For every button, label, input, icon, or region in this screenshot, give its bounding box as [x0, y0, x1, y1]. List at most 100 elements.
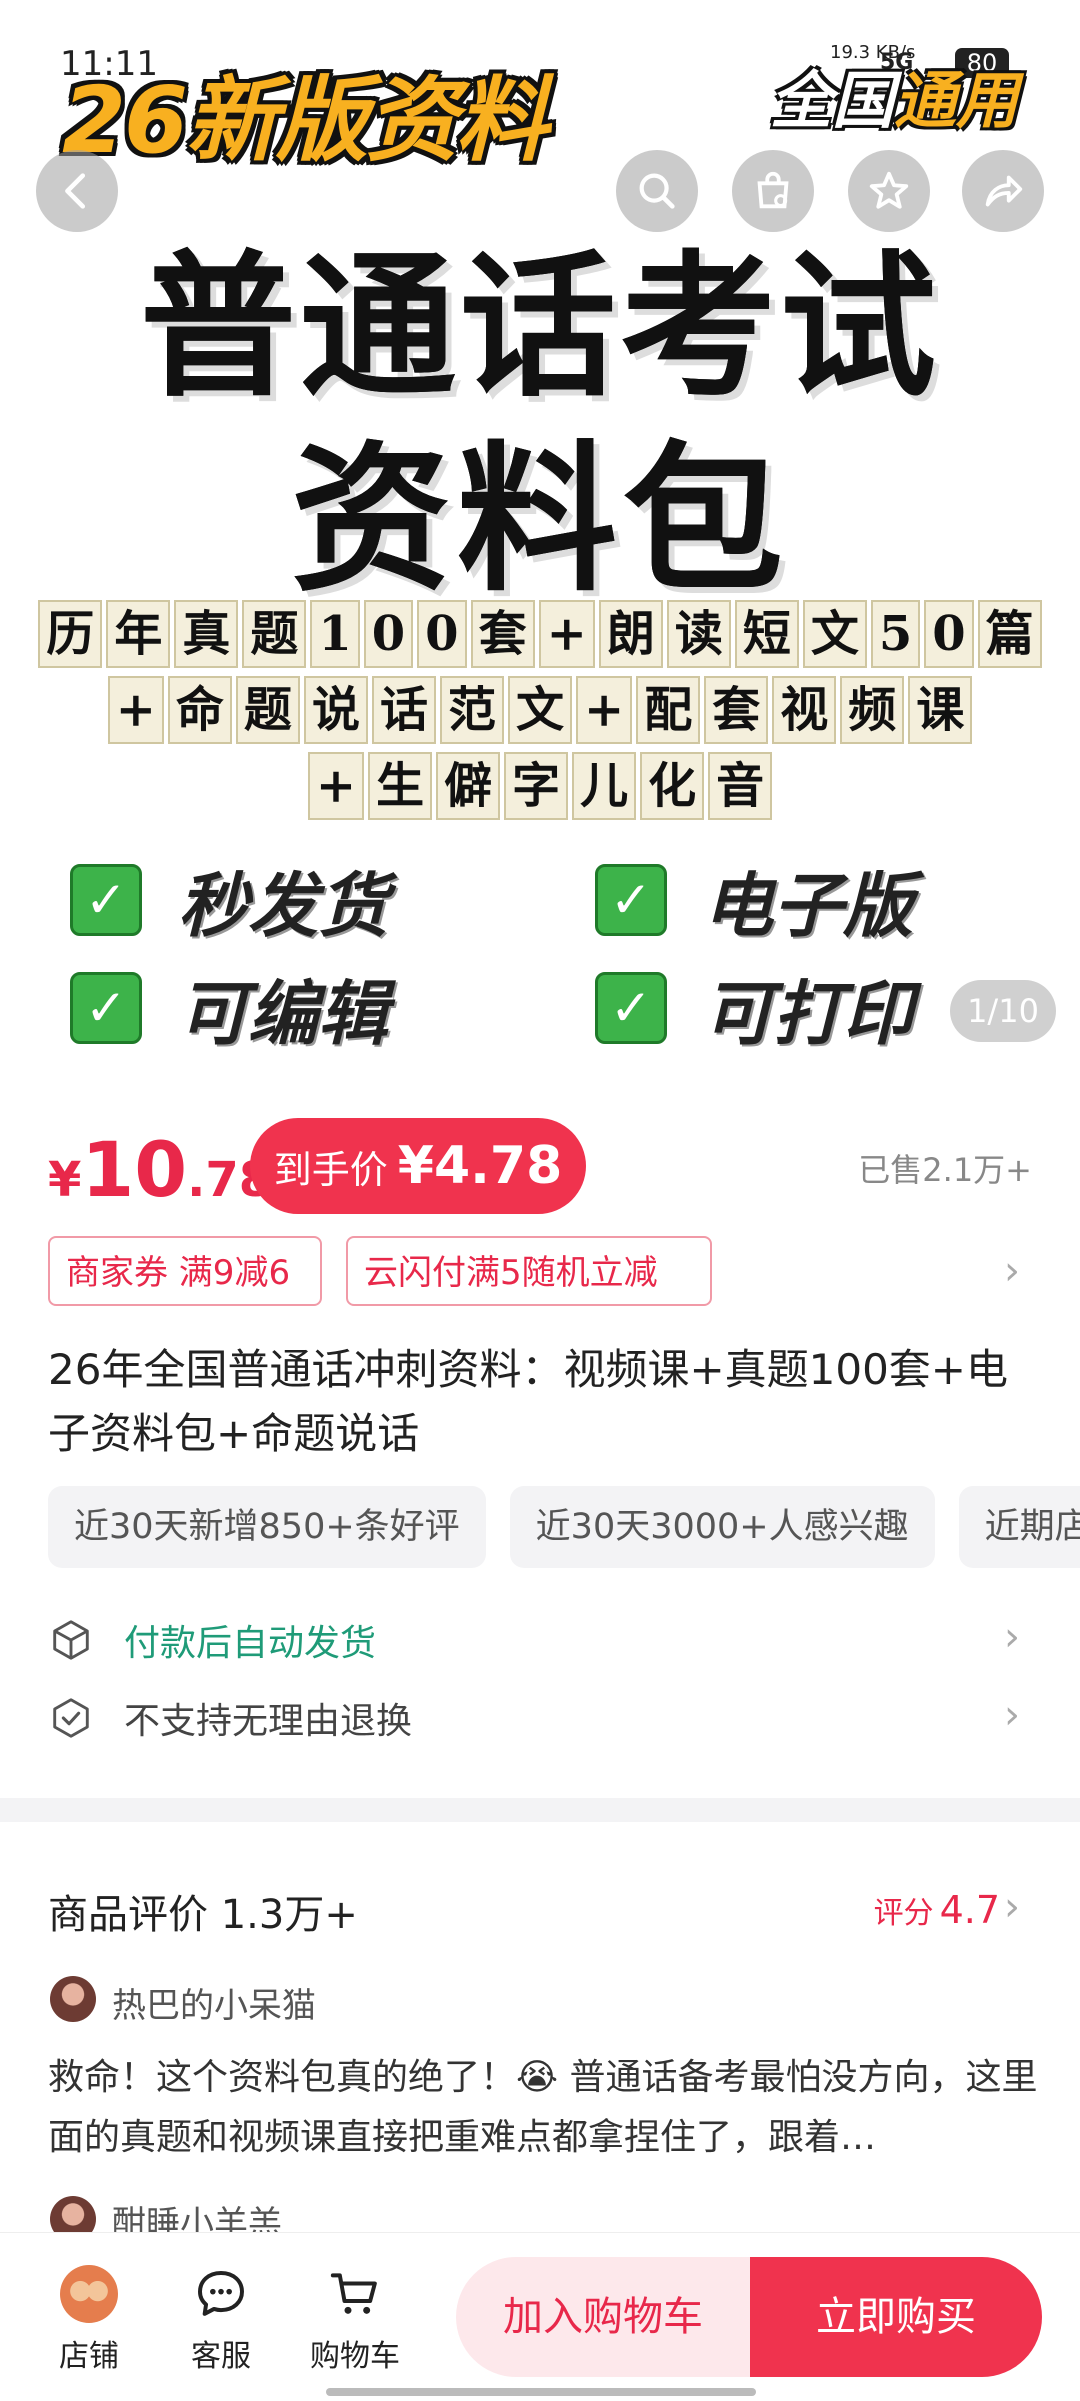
nationwide-badge: 全国通用 — [770, 50, 1018, 140]
favorite-button[interactable] — [848, 150, 930, 232]
subline-char: 配 — [636, 676, 701, 744]
review-text[interactable]: 救命！这个资料包真的绝了！😭 普通话备考最怕没方向，这里面的真题和视频课直接把重… — [48, 2048, 1038, 2168]
search-button[interactable] — [616, 150, 698, 232]
checkmark-icon: ✓ — [70, 864, 142, 936]
shopping-bag-button[interactable] — [732, 150, 814, 232]
new-version-banner: 26新版资料 — [62, 67, 548, 174]
service-auto-delivery[interactable]: 付款后自动发货 — [48, 1610, 1038, 1670]
customer-service-button[interactable]: 客服 — [166, 2263, 276, 2375]
add-to-cart-button[interactable]: 加入购物车 — [456, 2257, 750, 2377]
return-chevron-right-icon[interactable]: › — [1004, 1692, 1020, 1738]
merchant-coupon[interactable]: 商家券 满9减6 — [48, 1236, 322, 1306]
cart-label: 购物车 — [310, 2339, 400, 2374]
subline-char: 0 — [924, 600, 974, 668]
unionpay-coupon[interactable]: 云闪付满5随机立减 — [346, 1236, 712, 1306]
subline-char: 僻 — [436, 752, 501, 820]
nationwide-badge-a: 全国 — [770, 64, 895, 137]
feature-label: 电子版 — [703, 864, 913, 947]
price-integer: 10 — [81, 1125, 188, 1214]
subline-char: 文 — [802, 600, 867, 668]
reviews-chevron-right-icon[interactable]: › — [1004, 1884, 1020, 1930]
service-no-return[interactable]: 不支持无理由退换 — [48, 1688, 1038, 1748]
subline-char: + — [107, 676, 164, 744]
nationwide-badge-b: 通用 — [894, 64, 1019, 137]
product-image-carousel[interactable]: 11:11 19.3 KB/s 5G 80 26新版资料 全国通用 普通话考试 … — [0, 0, 1080, 1070]
highlight-tags: 近30天新增850+条好评 近30天3000+人感兴趣 近期店 — [48, 1486, 1080, 1568]
shop-avatar-icon — [60, 2265, 118, 2323]
search-icon — [639, 173, 675, 209]
feature-electronic: ✓ 电子版 — [595, 860, 913, 947]
hero-title-line2: 资料包 — [290, 425, 789, 613]
subline-char: 0 — [363, 600, 414, 668]
reviewer-name: 热巴的小呆猫 — [112, 1986, 316, 2026]
back-button[interactable] — [36, 150, 118, 232]
buy-now-button[interactable]: 立即购买 — [750, 2257, 1042, 2377]
subline-char: 说 — [303, 676, 368, 744]
home-indicator[interactable] — [326, 2388, 756, 2396]
subline-char: 题 — [235, 676, 300, 744]
subline-char: 读 — [666, 600, 731, 668]
subline-char: 套 — [470, 600, 535, 668]
subline-char: 5 — [870, 600, 921, 668]
service-chevron-right-icon[interactable]: › — [1004, 1614, 1020, 1660]
package-icon — [53, 1620, 89, 1660]
hero-subline-2: + 命题说话范文 + 配套视频课 — [0, 676, 1080, 744]
tag-recent[interactable]: 近期店 — [958, 1486, 1080, 1568]
subline-char: 0 — [417, 600, 467, 668]
service-text: 不支持无理由退换 — [124, 1701, 413, 1742]
subline-char: 话 — [371, 676, 436, 744]
service-label: 客服 — [191, 2339, 251, 2374]
feature-label: 秒发货 — [178, 864, 388, 947]
service-text: 付款后自动发货 — [124, 1623, 377, 1664]
subline-char: 年 — [106, 600, 171, 668]
product-title: 26年全国普通话冲刺资料：视频课+真题100套+电子资料包+命题说话 — [48, 1345, 1008, 1458]
checkmark-icon: ✓ — [595, 864, 667, 936]
tag-interested[interactable]: 近30天3000+人感兴趣 — [509, 1486, 935, 1568]
subline-char: 套 — [704, 676, 769, 744]
shop-button[interactable]: 店铺 — [34, 2263, 144, 2375]
subline-char: 视 — [772, 676, 837, 744]
score-value: 4.7 — [939, 1888, 1000, 1932]
cart-icon — [330, 2273, 377, 2314]
chevron-left-icon — [65, 173, 86, 209]
sold-count: 已售2.1万+ — [858, 1151, 1032, 1189]
subline-char: 篇 — [977, 600, 1042, 668]
subline-char: 化 — [640, 752, 705, 820]
avatar — [50, 1976, 96, 2022]
subline-char: 音 — [708, 752, 773, 820]
coupons-chevron-right-icon[interactable]: › — [1004, 1248, 1020, 1294]
currency-symbol: ¥ — [48, 1152, 82, 1208]
reviews-title[interactable]: 商品评价 1.3万+ — [48, 1882, 358, 1940]
tag-good-reviews[interactable]: 近30天新增850+条好评 — [48, 1486, 486, 1568]
subline-char: + — [307, 752, 365, 820]
share-button[interactable] — [962, 150, 1044, 232]
feature-fast-delivery: ✓ 秒发货 — [70, 860, 388, 947]
reviews-score[interactable]: 评分 4.7 — [874, 1888, 1000, 1932]
section-divider — [0, 1798, 1080, 1822]
subline-char: 儿 — [572, 752, 637, 820]
subline-char: 短 — [734, 600, 799, 668]
final-price-badge: 到手价 ¥4.78 — [250, 1118, 586, 1214]
shop-label: 店铺 — [59, 2339, 119, 2374]
hero-subline-3: + 生僻字儿化音 — [0, 752, 1080, 820]
final-price-value: ¥4.78 — [397, 1136, 563, 1196]
subline-char: 课 — [908, 676, 973, 744]
subline-char: 文 — [507, 676, 572, 744]
checkmark-icon: ✓ — [595, 972, 667, 1044]
subline-char: 题 — [242, 600, 307, 668]
feature-label: 可打印 — [703, 972, 913, 1055]
share-icon — [985, 175, 1023, 207]
subline-char: 字 — [504, 752, 569, 820]
checkmark-icon: ✓ — [70, 972, 142, 1044]
subline-char: 朗 — [598, 600, 663, 668]
star-icon — [869, 171, 909, 209]
original-price: ¥10.78 — [48, 1125, 272, 1214]
shopping-bag-icon — [757, 171, 789, 209]
cart-button[interactable]: 购物车 — [300, 2263, 410, 2375]
subline-char: 1 — [310, 600, 360, 668]
chat-bubble-icon — [198, 2271, 244, 2316]
subline-char: 真 — [174, 600, 239, 668]
subline-char: + — [576, 676, 633, 744]
subline-char: 命 — [167, 676, 232, 744]
bottom-action-bar: 店铺 客服 购物车 加入购物车 立即购买 — [0, 2232, 1080, 2401]
